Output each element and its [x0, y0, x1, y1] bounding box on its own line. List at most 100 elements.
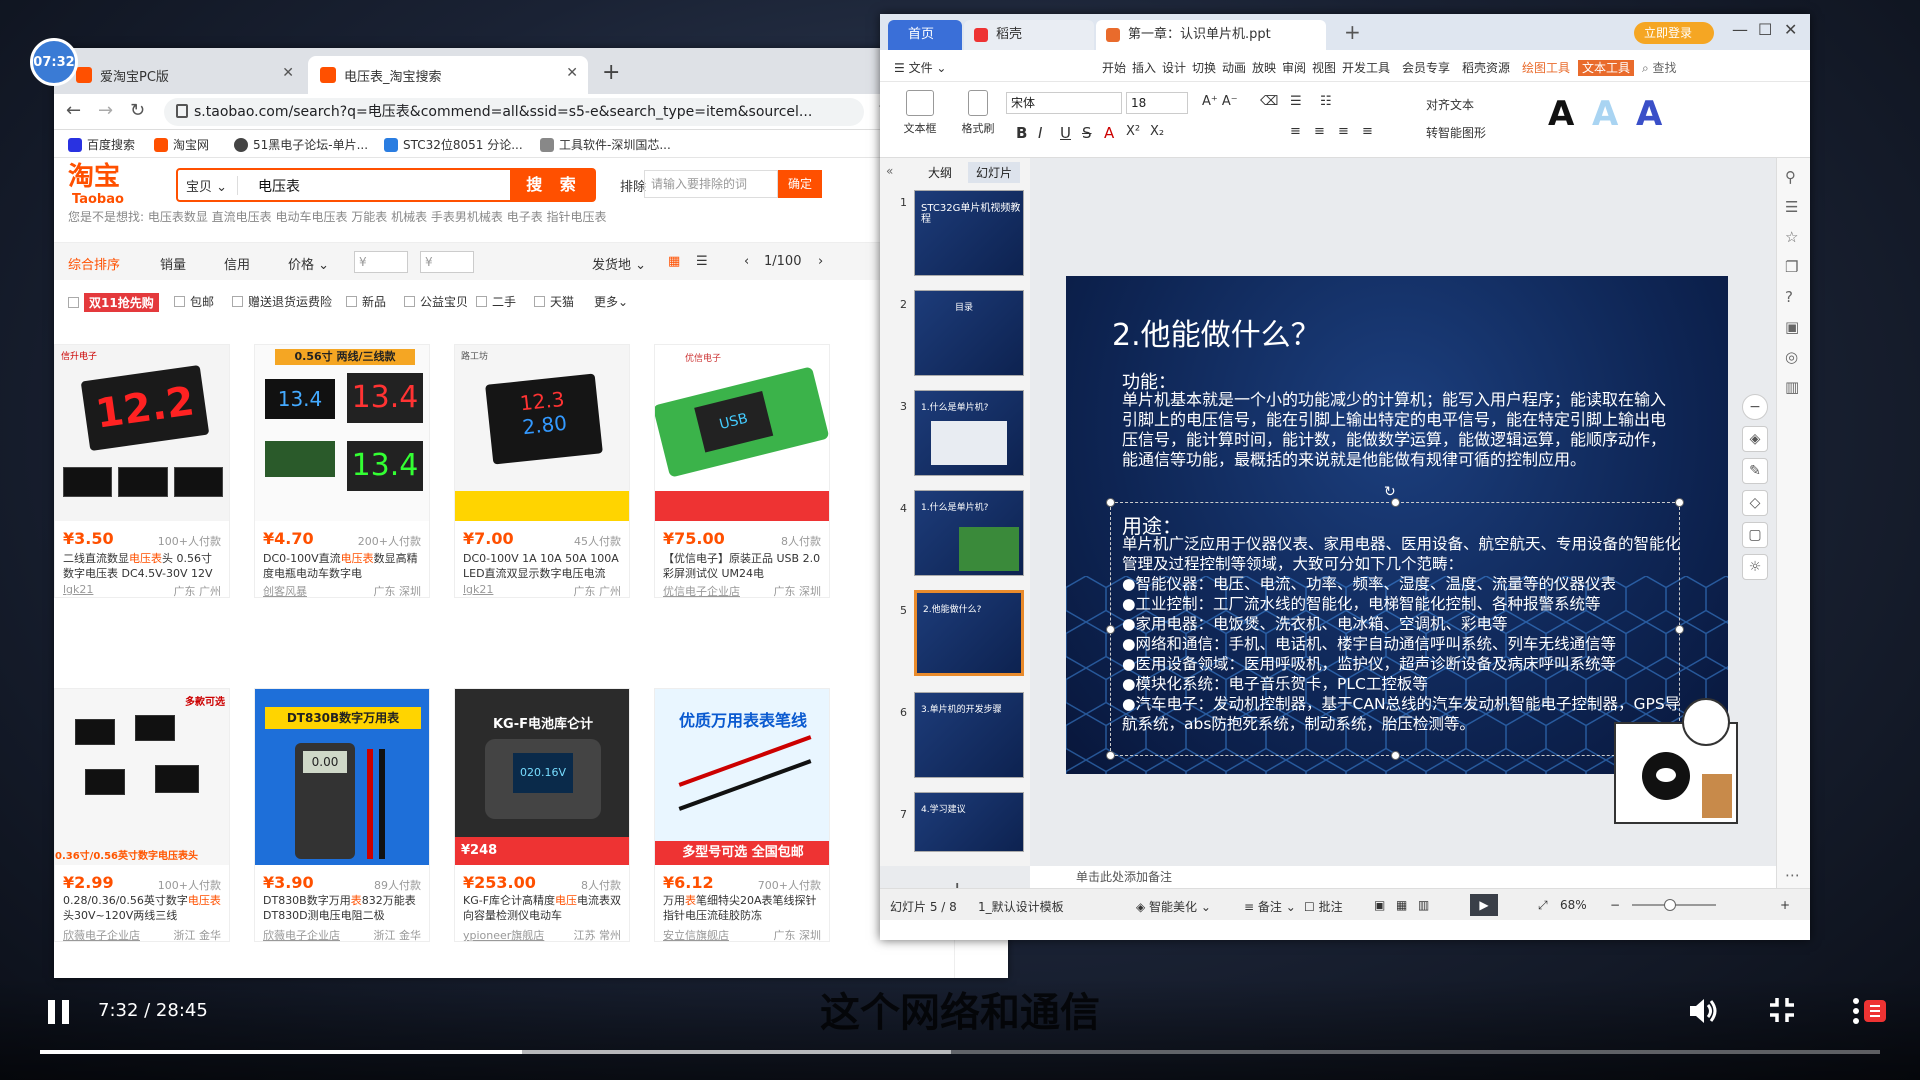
- volume-icon[interactable]: [1686, 994, 1720, 1028]
- menu-view[interactable]: 视图: [1312, 59, 1336, 76]
- shop-link[interactable]: 欣薇电子企业店: [263, 927, 340, 941]
- sort-price[interactable]: 价格 ⌄: [288, 254, 329, 273]
- price-to-input[interactable]: ¥: [420, 251, 474, 273]
- numbering-icon[interactable]: ☷: [1320, 94, 1332, 109]
- textbox-button[interactable]: 文本框: [892, 90, 948, 136]
- sorter-view-icon[interactable]: ▦: [1396, 898, 1407, 912]
- align-right-icon[interactable]: ≡: [1338, 124, 1349, 139]
- copy-icon[interactable]: ❐: [1785, 258, 1798, 276]
- align-center-icon[interactable]: ≡: [1314, 124, 1325, 139]
- minimize-icon[interactable]: —: [1732, 20, 1748, 39]
- menu-file[interactable]: ☰ 文件 ⌄: [894, 59, 946, 76]
- rotate-handle-icon[interactable]: ↻: [1384, 484, 1396, 500]
- maximize-icon[interactable]: ☐: [1758, 20, 1772, 39]
- lock-icon[interactable]: [176, 104, 188, 118]
- shop-link[interactable]: ypioneer旗舰店: [463, 927, 544, 941]
- product-card[interactable]: 优质万用表表笔线 多型号可选 全国包邮 ¥6.12 700+人付款 万用表笔细特尖…: [654, 688, 830, 942]
- justify-icon[interactable]: ≡: [1362, 124, 1373, 139]
- pen-icon[interactable]: ✎: [1742, 458, 1768, 484]
- url-omnibox[interactable]: s.taobao.com/search?q=电压表&commend=all&ss…: [164, 98, 864, 126]
- menu-member[interactable]: 会员专享: [1402, 59, 1450, 76]
- product-image[interactable]: 多款可选 0.36寸/0.56英寸数字电压表头: [55, 689, 229, 865]
- slide-thumbnail-2[interactable]: 目录: [914, 290, 1024, 376]
- filter-charity[interactable]: 公益宝贝: [404, 293, 468, 310]
- sort-credit[interactable]: 信用: [224, 254, 250, 273]
- bullets-icon[interactable]: ☰: [1290, 94, 1302, 109]
- play-slideshow-icon[interactable]: ▶: [1470, 894, 1498, 916]
- font-size-select[interactable]: 18: [1126, 92, 1188, 114]
- new-tab-icon[interactable]: +: [602, 60, 620, 85]
- bookmark-taobao[interactable]: 淘宝网: [154, 136, 209, 153]
- exclude-input[interactable]: 请输入要排除的词: [644, 170, 778, 198]
- exit-fullscreen-icon[interactable]: [1768, 996, 1796, 1024]
- align-left-icon[interactable]: ≡: [1290, 124, 1301, 139]
- menu-text-tools[interactable]: 文本工具: [1578, 59, 1635, 76]
- outline-icon[interactable]: ▢: [1742, 522, 1768, 548]
- product-image[interactable]: 0.56寸 两线/三线款 13.4 13.4 13.4: [255, 345, 429, 521]
- layers-icon[interactable]: ◈: [1742, 426, 1768, 452]
- menu-start[interactable]: 开始: [1102, 59, 1126, 76]
- format-painter-button[interactable]: 格式刷: [950, 90, 1006, 136]
- slide-thumbnail-7[interactable]: 4.学习建议: [914, 792, 1024, 852]
- list-view-icon[interactable]: ☰: [696, 254, 708, 269]
- slide-thumbnail-4[interactable]: 1.什么是单片机?: [914, 490, 1024, 576]
- filter-new[interactable]: 新品: [346, 293, 386, 310]
- exclude-confirm-button[interactable]: 确定: [778, 170, 822, 198]
- strikethrough-button[interactable]: S: [1082, 124, 1092, 142]
- wps-tab-docer[interactable]: 稻壳: [964, 20, 1094, 50]
- shop-link[interactable]: 欣薇电子企业店: [63, 927, 140, 941]
- product-image[interactable]: 信升电子 12.2: [55, 345, 229, 521]
- product-image[interactable]: DT830B数字万用表 0.00: [255, 689, 429, 865]
- zoom-level[interactable]: 68%: [1560, 898, 1587, 912]
- login-button[interactable]: 立即登录: [1634, 22, 1714, 44]
- slide-title[interactable]: 2.他能做什么？: [1112, 310, 1321, 354]
- menu-dev-tools[interactable]: 开发工具: [1342, 59, 1390, 76]
- slide-thumbnail-1[interactable]: STC32G单片机视频教程: [914, 190, 1024, 276]
- related-searches[interactable]: 您是不是想找: 电压表数显 直流电压表 电动车电压表 万能表 机械表 手表男机械…: [68, 208, 968, 222]
- bookmark-tools[interactable]: 工具软件-深圳国芯...: [540, 136, 671, 153]
- zoom-in-icon[interactable]: +: [1780, 898, 1790, 912]
- next-page-icon[interactable]: ›: [818, 254, 823, 269]
- shop-link[interactable]: lgk21: [63, 583, 93, 596]
- wps-tab-document[interactable]: 第一章：认识单片机.ppt: [1096, 20, 1326, 50]
- product-card[interactable]: 路工坊 12.3 2.80 ¥7.00 45人付款 DC0-100V 1A 10A…: [454, 344, 630, 598]
- filter-more[interactable]: 更多 ⌄: [594, 293, 628, 310]
- text-style-blue[interactable]: A: [1636, 94, 1662, 134]
- fit-window-icon[interactable]: ⤢: [1538, 898, 1548, 913]
- filter-tmall[interactable]: 天猫: [534, 293, 574, 310]
- underline-button[interactable]: U: [1060, 124, 1071, 142]
- slide-thumbnail-5-selected[interactable]: 2.他能做什么?: [914, 590, 1024, 676]
- slide-canvas[interactable]: 2.他能做什么？ 功能： 单片机基本就是一个小的功能减少的计算机；能写入用户程序…: [1066, 276, 1728, 774]
- slide-thumbnail-3[interactable]: 1.什么是单片机?: [914, 390, 1024, 476]
- smart-beautify-button[interactable]: ◈ 智能美化 ⌄: [1136, 898, 1211, 915]
- sort-default[interactable]: 综合排序: [68, 254, 120, 273]
- sort-sales[interactable]: 销量: [160, 254, 186, 273]
- reading-view-icon[interactable]: ▥: [1418, 898, 1429, 912]
- forward-arrow-icon[interactable]: →: [98, 100, 113, 121]
- shop-link[interactable]: lgk21: [463, 583, 493, 596]
- close-window-icon[interactable]: ✕: [1784, 20, 1797, 39]
- star-icon[interactable]: ☆: [1785, 228, 1798, 246]
- search-scope-select[interactable]: 宝贝 ⌄: [186, 176, 239, 195]
- align-text-button[interactable]: 对齐文本: [1426, 96, 1474, 113]
- filter-second-hand[interactable]: 二手: [476, 293, 516, 310]
- browser-tab-voltmeter-search[interactable]: 电压表_淘宝搜索 ✕: [308, 56, 588, 94]
- slide-usage-body[interactable]: 单片机广泛应用于仪器仪表、家用电器、医用设备、航空航天、专用设备的智能化管理及过…: [1122, 534, 1682, 734]
- grid-view-icon[interactable]: ▦: [668, 254, 680, 269]
- menu-insert[interactable]: 插入: [1132, 59, 1156, 76]
- menu-slideshow[interactable]: 放映: [1252, 59, 1276, 76]
- text-style-black[interactable]: A: [1548, 94, 1574, 134]
- close-tab-icon[interactable]: ✕: [282, 65, 294, 81]
- product-image[interactable]: 路工坊 12.3 2.80: [455, 345, 629, 521]
- italic-button[interactable]: I: [1038, 124, 1042, 142]
- zoom-slider-knob[interactable]: [1664, 899, 1676, 911]
- text-style-light[interactable]: A: [1592, 94, 1618, 134]
- menu-docer-resources[interactable]: 稻壳资源: [1462, 59, 1510, 76]
- shop-link[interactable]: 安立信旗舰店: [663, 927, 729, 941]
- reload-icon[interactable]: ↻: [130, 100, 145, 121]
- product-card[interactable]: DT830B数字万用表 0.00 ¥3.90 89人付款 DT830B数字万用表8…: [254, 688, 430, 942]
- menu-find[interactable]: ⌕ 查找: [1642, 59, 1677, 76]
- image-icon[interactable]: ▣: [1785, 318, 1799, 336]
- slides-tab[interactable]: 幻灯片: [968, 162, 1021, 183]
- subscript-button[interactable]: X₂: [1150, 124, 1164, 139]
